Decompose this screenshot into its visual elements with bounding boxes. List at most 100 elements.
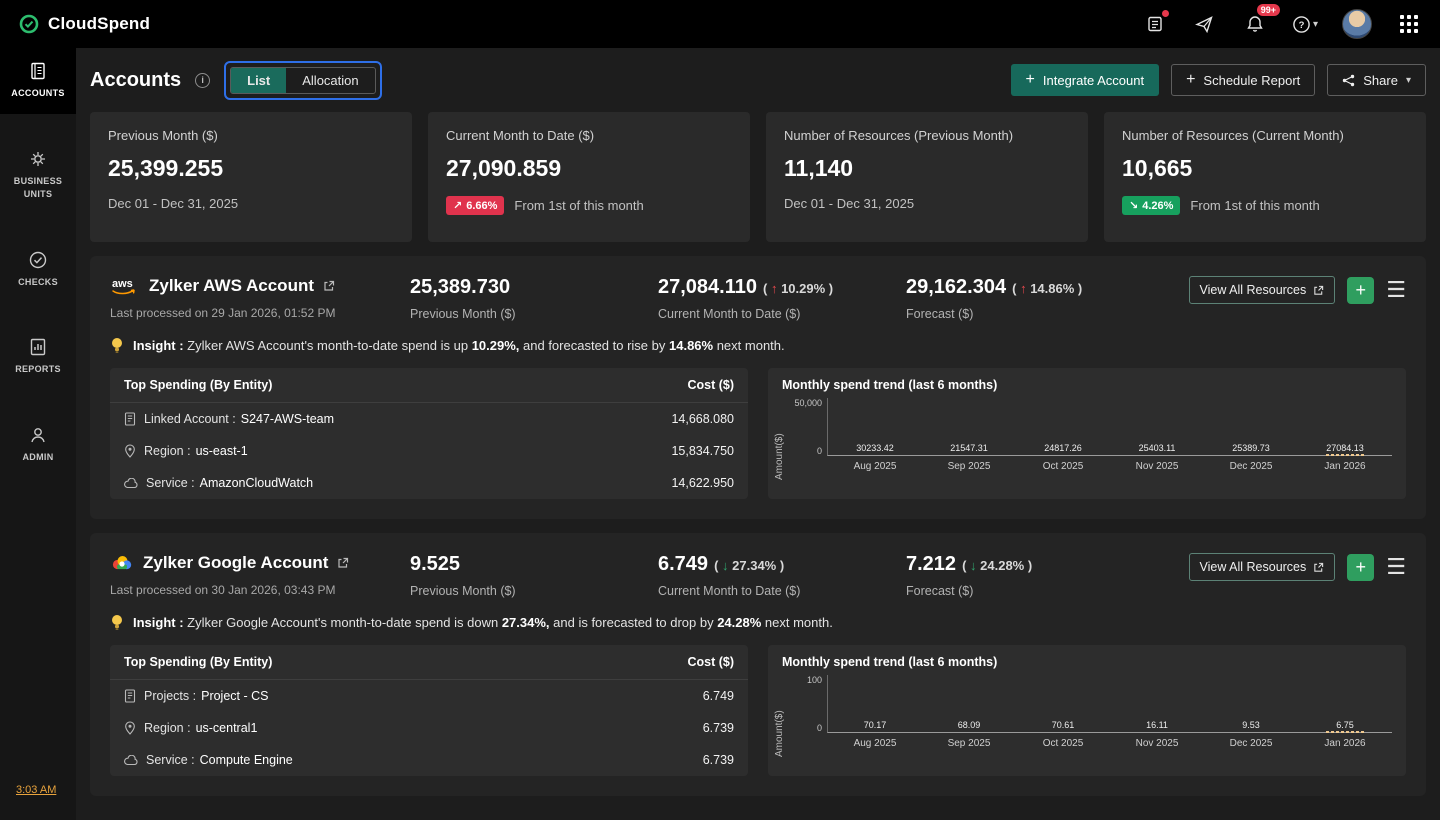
plus-icon: + xyxy=(1186,72,1195,88)
y-axis-ticks: 100 0 xyxy=(785,675,827,733)
chart-title: Monthly spend trend (last 6 months) xyxy=(768,368,1406,396)
plus-icon: + xyxy=(1026,72,1035,88)
projects-icon xyxy=(124,689,136,703)
card-value: 11,140 xyxy=(784,155,1070,182)
stat-forecast: 29,162.304 ( ↑ 14.86% ) Forecast ($) xyxy=(906,276,1154,321)
apps-grid-icon[interactable] xyxy=(1396,11,1422,37)
top-spending-row[interactable]: Projects : Project - CS 6.749 xyxy=(110,680,748,712)
new-indicator-dot xyxy=(1162,10,1169,17)
arrow-down-right-icon: ↘ xyxy=(1129,199,1138,212)
view-toggle: List Allocation xyxy=(230,67,376,94)
whats-new-icon[interactable] xyxy=(1142,11,1168,37)
service-cloud-icon xyxy=(124,478,138,489)
sidebar: ACCOUNTS BUSINESS UNITS CHECKS REPORTS A… xyxy=(0,48,76,820)
top-bar: CloudSpend 99+ ? ▾ xyxy=(0,0,1440,48)
card-menu-icon[interactable]: ☰ xyxy=(1386,556,1406,578)
sidebar-label: ACCOUNTS xyxy=(11,87,64,101)
brand-name: CloudSpend xyxy=(48,14,150,34)
checks-icon xyxy=(28,250,48,270)
notifications-count-badge: 99+ xyxy=(1257,4,1280,16)
external-link-icon[interactable] xyxy=(323,280,335,292)
region-pin-icon xyxy=(124,444,136,458)
user-avatar[interactable] xyxy=(1342,9,1372,39)
main-content: Accounts i List Allocation + Integrate A… xyxy=(76,48,1440,820)
card-subtext: Dec 01 - Dec 31, 2025 xyxy=(108,196,238,211)
card-menu-icon[interactable]: ☰ xyxy=(1386,279,1406,301)
top-spending-row[interactable]: Service : Compute Engine 6.739 xyxy=(110,744,748,776)
external-link-icon[interactable] xyxy=(337,557,349,569)
brand: CloudSpend xyxy=(18,13,150,35)
sidebar-item-accounts[interactable]: ACCOUNTS xyxy=(0,48,76,114)
page-header: Accounts i List Allocation + Integrate A… xyxy=(90,48,1426,112)
sidebar-label: REPORTS xyxy=(15,363,61,377)
region-pin-icon xyxy=(124,721,136,735)
page-title: Accounts xyxy=(90,69,181,92)
topbar-actions: 99+ ? ▾ xyxy=(1142,9,1422,39)
quick-launch-icon[interactable] xyxy=(1192,11,1218,37)
stat-month-to-date: 6.749 ( ↓ 27.34% ) Current Month to Date… xyxy=(658,553,906,598)
sidebar-label: CHECKS xyxy=(18,276,58,290)
top-spending-row[interactable]: Linked Account : S247-AWS-team 14,668.08… xyxy=(110,403,748,435)
svg-text:aws: aws xyxy=(112,278,133,290)
arrow-up-icon: ↑ xyxy=(771,281,778,296)
account-name[interactable]: Zylker AWS Account xyxy=(149,276,314,296)
business-units-icon xyxy=(28,149,48,169)
account-card-aws: aws Zylker AWS Account Last processed on… xyxy=(90,256,1426,519)
last-processed-text: Last processed on 30 Jan 2026, 03:43 PM xyxy=(110,583,410,597)
view-all-resources-button[interactable]: View All Resources xyxy=(1189,276,1336,304)
top-spending-row[interactable]: Region : us-central1 6.739 xyxy=(110,712,748,744)
x-axis-labels: Aug 2025 Sep 2025 Oct 2025 Nov 2025 Dec … xyxy=(827,733,1392,757)
schedule-report-button[interactable]: + Schedule Report xyxy=(1171,64,1315,96)
arrow-up-right-icon: ↗ xyxy=(453,199,462,212)
add-budget-button[interactable]: + xyxy=(1347,554,1374,581)
sidebar-item-reports[interactable]: REPORTS xyxy=(0,324,76,390)
view-all-resources-button[interactable]: View All Resources xyxy=(1189,553,1336,581)
insight-row: Insight : Zylker Google Account's month-… xyxy=(110,614,1406,631)
spend-trend-chart-panel: Monthly spend trend (last 6 months) Amou… xyxy=(768,645,1406,776)
cloudspend-logo-icon xyxy=(18,13,40,35)
cloudspend-app: CloudSpend 99+ ? ▾ xyxy=(0,0,1440,820)
top-spending-row[interactable]: Service : AmazonCloudWatch 14,622.950 xyxy=(110,467,748,499)
card-resources-previous-month: Number of Resources (Previous Month) 11,… xyxy=(766,112,1088,242)
integrate-account-button[interactable]: + Integrate Account xyxy=(1011,64,1160,96)
stat-month-to-date: 27,084.110 ( ↑ 10.29% ) Current Month to… xyxy=(658,276,906,321)
notifications-bell-icon[interactable]: 99+ xyxy=(1242,11,1268,37)
card-label: Current Month to Date ($) xyxy=(446,128,732,143)
help-menu[interactable]: ? ▾ xyxy=(1292,15,1318,34)
y-axis-ticks: 50,000 0 xyxy=(785,398,827,456)
card-subtext: From 1st of this month xyxy=(1190,198,1319,213)
card-value: 27,090.859 xyxy=(446,155,732,182)
header-actions: + Integrate Account + Schedule Report Sh… xyxy=(1011,64,1426,96)
sidebar-item-checks[interactable]: CHECKS xyxy=(0,237,76,303)
aws-logo-icon: aws xyxy=(110,276,140,296)
card-previous-month: Previous Month ($) 25,399.255 Dec 01 - D… xyxy=(90,112,412,242)
sidebar-item-admin[interactable]: ADMIN xyxy=(0,412,76,478)
sidebar-label: BUSINESS UNITS xyxy=(2,175,74,202)
service-cloud-icon xyxy=(124,755,138,766)
bulb-icon xyxy=(110,337,124,354)
card-subtext: Dec 01 - Dec 31, 2025 xyxy=(784,196,914,211)
chart-title: Monthly spend trend (last 6 months) xyxy=(768,645,1406,673)
top-spending-panel: Top Spending (By Entity) Cost ($) Linked… xyxy=(110,368,748,499)
info-icon[interactable]: i xyxy=(195,73,210,88)
last-refresh-time-link[interactable]: 3:03 AM xyxy=(16,784,56,796)
reports-icon xyxy=(28,337,48,357)
share-button[interactable]: Share ▾ xyxy=(1327,64,1426,96)
y-axis-label: Amount($) xyxy=(774,675,785,757)
top-spending-title: Top Spending (By Entity) xyxy=(124,655,272,669)
account-header: aws Zylker AWS Account Last processed on… xyxy=(110,276,1406,321)
add-budget-button[interactable]: + xyxy=(1347,277,1374,304)
card-current-month-to-date: Current Month to Date ($) 27,090.859 ↗6.… xyxy=(428,112,750,242)
spend-trend-chart-panel: Monthly spend trend (last 6 months) Amou… xyxy=(768,368,1406,499)
insight-row: Insight : Zylker AWS Account's month-to-… xyxy=(110,337,1406,354)
card-resources-current-month: Number of Resources (Current Month) 10,6… xyxy=(1104,112,1426,242)
sidebar-item-business-units[interactable]: BUSINESS UNITS xyxy=(0,136,76,215)
view-toggle-highlight: List Allocation xyxy=(224,61,382,100)
account-name[interactable]: Zylker Google Account xyxy=(143,553,328,573)
tab-allocation[interactable]: Allocation xyxy=(286,68,374,93)
account-card-google: Zylker Google Account Last processed on … xyxy=(90,533,1426,796)
top-spending-row[interactable]: Region : us-east-1 15,834.750 xyxy=(110,435,748,467)
tab-list[interactable]: List xyxy=(231,68,286,93)
last-processed-text: Last processed on 29 Jan 2026, 01:52 PM xyxy=(110,306,410,320)
arrow-up-icon: ↑ xyxy=(1020,281,1027,296)
